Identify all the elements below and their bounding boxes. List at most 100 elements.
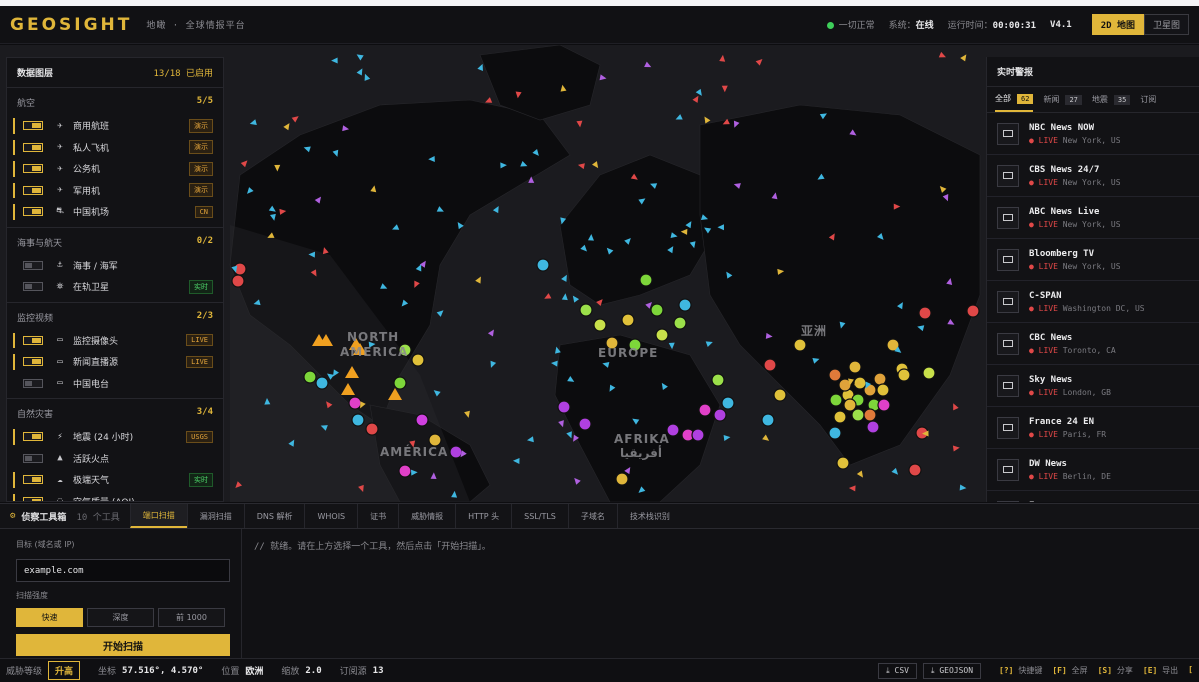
layer-item[interactable]: ▭ 中国电台 [7,373,223,395]
live-feed-item[interactable]: Bloomberg TV ● LIVE New York, US [987,239,1199,281]
threat-label: 威胁等级 [6,667,43,677]
live-indicator: ● LIVE [1029,261,1058,271]
aircraft-marker [644,61,652,68]
shortcut-hint[interactable]: [ [1188,665,1193,676]
layer-icon: ⛯ [56,281,64,292]
export-geojson-button[interactable]: ⤓ GEOJSON [922,662,982,679]
layer-group-header[interactable]: 自然灾害 3/4 [7,399,223,426]
aircraft-marker [464,410,470,418]
layer-toggle[interactable] [23,260,43,270]
aircraft-marker [762,434,770,441]
toolbox-tab[interactable]: 证书 [357,504,398,528]
intensity-deep-button[interactable]: 深度 [87,608,154,627]
layer-group-header[interactable]: 监控视频 2/3 [7,303,223,330]
toolbox-tab[interactable]: WHOIS [304,504,357,528]
aircraft-marker [240,160,248,168]
alerts-tabs: 全部 62 新闻 27 地震 35 订阅 [987,87,1199,113]
feed-title: DW News [1029,458,1067,469]
layer-toggle[interactable] [23,335,43,345]
toolbox-tab[interactable]: 端口扫描 [129,504,187,528]
live-feed-item[interactable]: ABC News Live ● LIVE New York, US [987,197,1199,239]
tv-icon [997,122,1019,145]
layer-toggle[interactable] [23,121,43,131]
toolbox-tab[interactable]: 威胁情报 [398,504,455,528]
alerts-tab[interactable]: 地震 35 [1092,87,1131,112]
layer-item[interactable]: ▲ 活跃火点 [7,448,223,470]
layer-toggle[interactable] [23,164,43,174]
live-feed-item[interactable]: Sky News ● LIVE London, GB [987,365,1199,407]
layer-group-count: 2/3 [196,310,213,321]
alerts-title: 实时警报 [987,57,1199,87]
shortcut-hint[interactable]: [E] 导出 [1143,665,1178,676]
layer-item[interactable]: ✈ 公务机 演示 [7,158,223,180]
layer-toggle[interactable] [23,453,43,463]
toolbox-tab[interactable]: HTTP 头 [455,504,511,528]
layer-toggle[interactable] [23,282,43,292]
layer-toggle[interactable] [23,475,43,485]
live-feed-item[interactable]: NBC News NOW ● LIVE New York, US [987,113,1199,155]
layer-label: 监控摄像头 [73,336,119,347]
aircraft-marker [721,85,728,93]
event-marker [650,303,664,317]
alerts-tab[interactable]: 新闻 27 [1043,87,1082,112]
layer-toggle[interactable] [23,432,43,442]
view-2d-button[interactable]: 2D 地图 [1091,14,1144,35]
aircraft-marker [490,360,497,368]
layer-group-header[interactable]: 航空 5/5 [7,88,223,115]
intensity-quick-button[interactable]: 快速 [16,608,83,627]
intensity-top1000-button[interactable]: 前 1000 [158,608,225,627]
toolbox-tab[interactable]: SSL/TLS [511,504,568,528]
toolbox-tab[interactable]: DNS 解析 [243,504,305,528]
layer-item[interactable]: ⛐ 中国机场 CN [7,201,223,223]
layer-item[interactable]: ▭ 监控摄像头 LIVE [7,330,223,352]
live-feed-item[interactable]: Euronews ● LIVE Lyon, FR [987,491,1199,502]
shortcut-list: [?] 快捷键 [F] 全屏 [S] 分享 [E] 导出 [ [999,665,1193,676]
live-feed-item[interactable]: C-SPAN ● LIVE Washington DC, US [987,281,1199,323]
layer-item[interactable]: ✈ 军用机 演示 [7,180,223,202]
layer-item[interactable]: ✈ 商用航班 演示 [7,115,223,137]
live-feed-item[interactable]: France 24 EN ● LIVE Paris, FR [987,407,1199,449]
aircraft-marker [755,59,763,66]
shortcut-hint[interactable]: [F] 全屏 [1052,665,1087,676]
aircraft-marker [331,57,338,64]
layer-item[interactable]: ▭ 新闻直播源 LIVE [7,351,223,373]
aircraft-marker [848,485,856,492]
shortcut-hint[interactable]: [S] 分享 [1098,665,1133,676]
layer-toggle[interactable] [23,496,43,501]
live-feed-item[interactable]: CBS News 24/7 ● LIVE New York, US [987,155,1199,197]
event-marker [593,318,607,332]
alerts-tab[interactable]: 订阅 [1140,87,1156,112]
layer-toggle[interactable] [23,378,43,388]
alerts-tab[interactable]: 全部 62 [995,87,1034,112]
layer-item[interactable]: ✈ 私人飞机 演示 [7,137,223,159]
export-csv-button[interactable]: ⤓ CSV [878,662,917,679]
toolbox-tab[interactable]: 技术栈识别 [616,504,682,528]
layer-toggle[interactable] [23,207,43,217]
layer-toggle[interactable] [23,357,43,367]
feed-text: Bloomberg TV ● LIVE New York, US [1029,249,1121,271]
feed-title: CBC News [1029,332,1073,343]
layer-item[interactable]: ⛯ 在轨卫星 实时 [7,276,223,298]
layer-group-count: 3/4 [196,407,213,417]
layer-icon: ⚡ [57,431,63,442]
toolbox-tab[interactable]: 漏洞扫描 [186,504,244,528]
live-feed-item[interactable]: CBC News ● LIVE Toronto, CA [987,323,1199,365]
layer-item[interactable]: ⚓ 海事 / 海军 [7,255,223,277]
layer-label: 中国机场 [73,208,110,219]
layer-item[interactable]: ☁ 极端天气 实时 [7,469,223,491]
layers-title: 数据图层 [17,69,54,79]
event-marker [908,463,922,477]
live-feed-item[interactable]: DW News ● LIVE Berlin, DE [987,449,1199,491]
target-input[interactable]: example.com [16,559,230,582]
layer-toggle[interactable] [23,142,43,152]
toolbox-count: 10 个工具 [76,512,120,523]
shortcut-hint[interactable]: [?] 快捷键 [999,665,1042,676]
layer-item[interactable]: ◌ 空气质量 (AQI) [7,491,223,501]
toolbox-tab[interactable]: 子域名 [567,504,617,528]
layer-item[interactable]: ⚡ 地震 (24 小时) USGS [7,426,223,448]
start-scan-button[interactable]: 开始扫描 [16,634,230,656]
view-satellite-button[interactable]: 卫星图 [1143,14,1189,35]
layer-group-header[interactable]: 海事与航天 0/2 [7,228,223,255]
layer-toggle[interactable] [23,185,43,195]
app-subtitle: 地瞰 · 全球情报平台 [146,21,246,31]
